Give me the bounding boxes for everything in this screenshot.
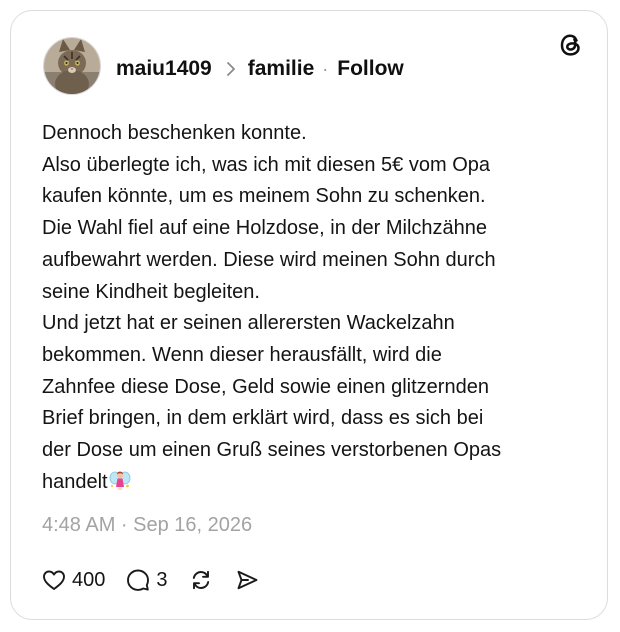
chevron-right-icon [224,59,238,79]
post-line: Dennoch beschenken konnte. [42,122,307,144]
community-name[interactable]: familie [248,57,315,81]
repost-icon [188,567,214,593]
heart-icon [41,567,67,593]
like-count: 400 [72,568,106,591]
separator-dot: · [322,58,329,79]
like-button[interactable]: 400 [41,567,105,593]
reply-count: 3 [156,568,168,591]
post-line: aufbewahrt werden. Diese wird meinen Soh… [42,248,496,271]
post-line: der Dose um einen Gruß seines verstorben… [42,439,502,462]
post-timestamp[interactable]: 4:48 AM · Sep 16, 2026 [42,514,252,537]
post-line: Brief bringen, in dem erklärt wird, dass… [42,407,484,430]
post-line: kaufen könnte, um es meinem Sohn zu sche… [42,185,486,208]
follow-button[interactable]: Follow [337,57,404,81]
post-line: Und jetzt hat er seinen allerersten Wack… [42,312,455,335]
share-button[interactable] [234,567,260,593]
post-line-last: handelt [42,467,582,499]
post-line: Die Wahl fiel auf eine Holzdose, in der … [42,217,488,240]
post-line: Also überlegte ich, was ich mit diesen 5… [42,153,490,176]
post-line: seine Kindheit begleiten. [42,280,260,303]
post-line: Zahnfee diese Dose, Geld sowie einen gli… [42,375,489,398]
post-header: maiu1409 familie · Follow [116,54,404,84]
post-line: handelt [42,470,108,493]
share-icon [234,567,260,593]
action-bar: 400 3 [41,565,280,595]
post-line: bekommen. Wenn dieser herausfällt, wird … [42,343,442,366]
avatar[interactable] [43,37,101,95]
username[interactable]: maiu1409 [116,57,212,81]
fairy-emoji-icon [109,469,131,491]
reply-button[interactable]: 3 [125,567,168,593]
comment-icon [125,567,151,593]
post-card: maiu1409 familie · Follow Dennoch besche… [10,10,608,620]
repost-button[interactable] [188,567,214,593]
post-body: Dennoch beschenken konnte. Also überlegt… [42,118,582,498]
threads-logo-icon[interactable] [557,31,585,59]
